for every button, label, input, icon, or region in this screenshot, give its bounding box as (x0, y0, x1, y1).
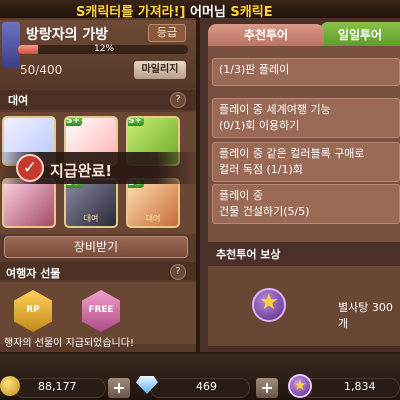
tab-daily-tour[interactable]: 일일투어 (320, 22, 400, 48)
coin-icon (0, 376, 20, 396)
rental-item-card[interactable] (2, 178, 56, 228)
s-plus-badge: S+ (128, 116, 145, 126)
star-icon: ★ (259, 290, 279, 315)
tour-item-line1: 플레이 중 (219, 189, 263, 202)
star-value: 1,834 (344, 380, 376, 393)
gift-help-icon[interactable]: ? (170, 264, 186, 280)
tour-item: 플레이 중 세계여행 기능 (0/1)회 이용하기 (212, 98, 400, 138)
tour-item-line2: 컬러 독점 (1/1)회 (219, 163, 303, 176)
tour-item-line2: (0/1)회 이용하기 (219, 119, 300, 132)
grant-complete-label: 지급완료! (50, 162, 113, 180)
gift-message: 행자의 선물이 지급되었습니다! (4, 338, 134, 349)
coin-value: 88,177 (38, 380, 77, 393)
tour-item-line1: (1/3)판 플레이 (219, 63, 290, 76)
mileage-button[interactable]: 마일리지 (134, 61, 186, 79)
tab-recommended-tour[interactable]: 추천투어 (208, 24, 324, 46)
reward-label: 별사탕 300개 (338, 301, 393, 330)
rental-item-card[interactable]: S+대여 (126, 178, 180, 228)
rent-label: 대여 (145, 214, 161, 223)
bag-title: 방랑자의 가방 (26, 27, 109, 43)
tour-reward-header: 추천투어 보상 (216, 248, 281, 261)
rental-item-card[interactable]: S+대여 (64, 178, 118, 228)
gift-section-title: 여행자 선물 (6, 267, 61, 280)
tour-item-line2: 건물 건설하기(5/5) (219, 205, 310, 218)
rental-section-header (0, 90, 196, 110)
star-candy-currency-icon: ★ (288, 374, 312, 398)
rp-gift-label: RP (26, 305, 40, 315)
tour-item-line1: 플레이 중 같은 컬러블록 구매로 (219, 147, 365, 160)
receive-equipment-button[interactable]: 장비받기 (4, 236, 188, 258)
s-plus-badge: S+ (66, 116, 83, 126)
tour-item: 플레이 중 같은 컬러블록 구매로 컬러 독점 (1/1)회 (212, 142, 400, 182)
add-coin-button[interactable]: + (108, 378, 130, 398)
bag-progress-fill (18, 45, 39, 54)
free-gift-label: FREE (88, 305, 114, 315)
tour-item-line1: 플레이 중 세계여행 기능 (219, 103, 331, 116)
bag-progress-label: 12% (94, 44, 115, 54)
bag-count: 50/400 (20, 63, 63, 77)
add-diamond-button[interactable]: + (256, 378, 278, 398)
diamond-value: 469 (196, 380, 217, 393)
rent-label: 대여 (83, 214, 99, 223)
tour-item: (1/3)판 플레이 (212, 58, 400, 86)
rental-help-icon[interactable]: ? (170, 92, 186, 108)
event-banner: S캐릭터를 가져라!] 어머님 S캐릭E (0, 0, 400, 20)
grade-button[interactable]: 등급 (148, 24, 186, 42)
rental-section-title: 대여 (8, 94, 29, 107)
tour-item: 플레이 중 건물 건설하기(5/5) (212, 184, 400, 224)
check-icon: ✓ (16, 154, 44, 182)
